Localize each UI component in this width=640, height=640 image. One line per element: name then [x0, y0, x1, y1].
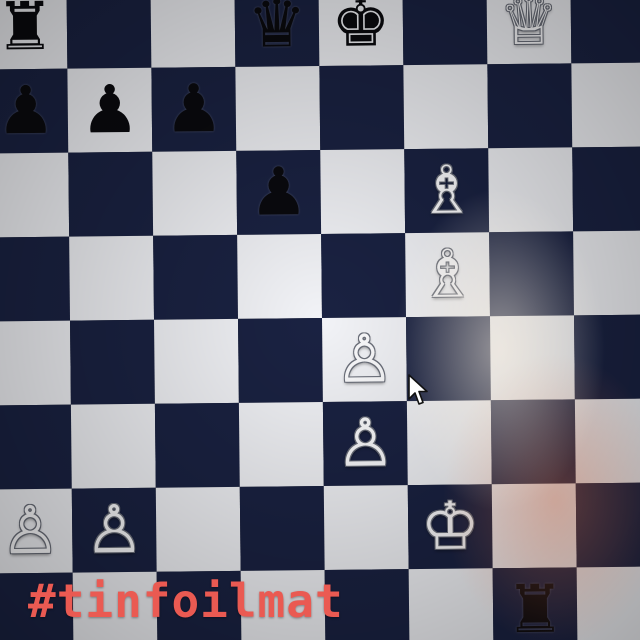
square-b3[interactable]	[70, 403, 156, 489]
square-h4[interactable]	[573, 314, 640, 400]
square-g3[interactable]	[490, 399, 576, 485]
square-h3[interactable]	[574, 398, 640, 484]
square-g7[interactable]	[487, 63, 573, 149]
square-e2[interactable]	[323, 485, 409, 570]
black-rook-a8[interactable]: ♜	[0, 0, 67, 70]
square-d3[interactable]	[238, 401, 324, 487]
square-c4[interactable]	[154, 318, 239, 404]
square-g4[interactable]	[489, 315, 575, 401]
black-pawn-a7[interactable]: ♟	[0, 69, 68, 154]
black-pawn-d6[interactable]: ♟	[236, 150, 321, 235]
square-b5[interactable]	[69, 235, 155, 321]
square-c8[interactable]	[150, 0, 236, 68]
photo-frame: ♜ ♛ ♚ ♕ ♟ ♟ ♟ ♟ ♗ ♗ ♙ ♙ ♙ ♙ ♔ ♜ #tinfoilmat	[0, 0, 640, 640]
square-h8[interactable]	[570, 0, 640, 64]
chess-board[interactable]: ♜ ♛ ♚ ♕ ♟ ♟ ♟ ♟ ♗ ♗ ♙ ♙ ♙ ♙ ♔ ♜	[0, 0, 640, 640]
square-c6[interactable]	[152, 150, 238, 236]
hashtag-caption: #tinfoilmat	[28, 574, 344, 628]
white-pawn-a2[interactable]: ♙	[0, 489, 73, 574]
square-f1[interactable]	[408, 568, 494, 640]
black-pawn-b7[interactable]: ♟	[67, 68, 152, 153]
white-bishop-f5[interactable]: ♗	[405, 232, 490, 317]
square-f7[interactable]	[403, 64, 489, 150]
square-g6[interactable]	[488, 147, 574, 233]
square-c5[interactable]	[153, 234, 239, 320]
square-a5[interactable]	[0, 236, 71, 322]
mouse-pointer-icon	[408, 374, 428, 405]
square-c3[interactable]	[154, 402, 240, 488]
square-d7[interactable]	[235, 66, 321, 151]
black-king-e8[interactable]: ♚	[318, 0, 403, 66]
square-f3[interactable]	[406, 400, 492, 486]
square-e6[interactable]	[320, 149, 406, 235]
black-queen-d8[interactable]: ♛	[234, 0, 319, 67]
square-h2[interactable]	[575, 482, 640, 568]
white-bishop-f6[interactable]: ♗	[404, 148, 489, 233]
white-pawn-e4[interactable]: ♙	[322, 317, 407, 402]
white-pawn-e3[interactable]: ♙	[323, 401, 408, 486]
black-pawn-c7[interactable]: ♟	[151, 67, 236, 152]
square-b8[interactable]	[66, 0, 152, 69]
square-e5[interactable]	[321, 233, 406, 318]
square-g2[interactable]	[491, 483, 577, 569]
square-h1[interactable]	[576, 566, 640, 640]
square-a6[interactable]	[0, 152, 70, 238]
square-d4[interactable]	[238, 318, 323, 403]
square-d2[interactable]	[239, 485, 325, 571]
white-queen-g8[interactable]: ♕	[486, 0, 571, 64]
square-b6[interactable]	[68, 151, 154, 237]
white-pawn-b2[interactable]: ♙	[72, 488, 157, 573]
black-rook-g1[interactable]: ♜	[493, 567, 578, 640]
square-a3[interactable]	[0, 404, 72, 490]
square-b4[interactable]	[70, 319, 155, 405]
square-g5[interactable]	[489, 231, 574, 317]
white-king-f2[interactable]: ♔	[408, 484, 493, 569]
square-h5[interactable]	[573, 230, 640, 316]
square-a4[interactable]	[0, 320, 71, 406]
square-d5[interactable]	[237, 234, 322, 319]
square-h6[interactable]	[572, 146, 640, 232]
square-e7[interactable]	[319, 65, 405, 151]
square-h7[interactable]	[571, 62, 640, 148]
square-f8[interactable]	[402, 0, 488, 66]
square-c2[interactable]	[155, 486, 241, 572]
